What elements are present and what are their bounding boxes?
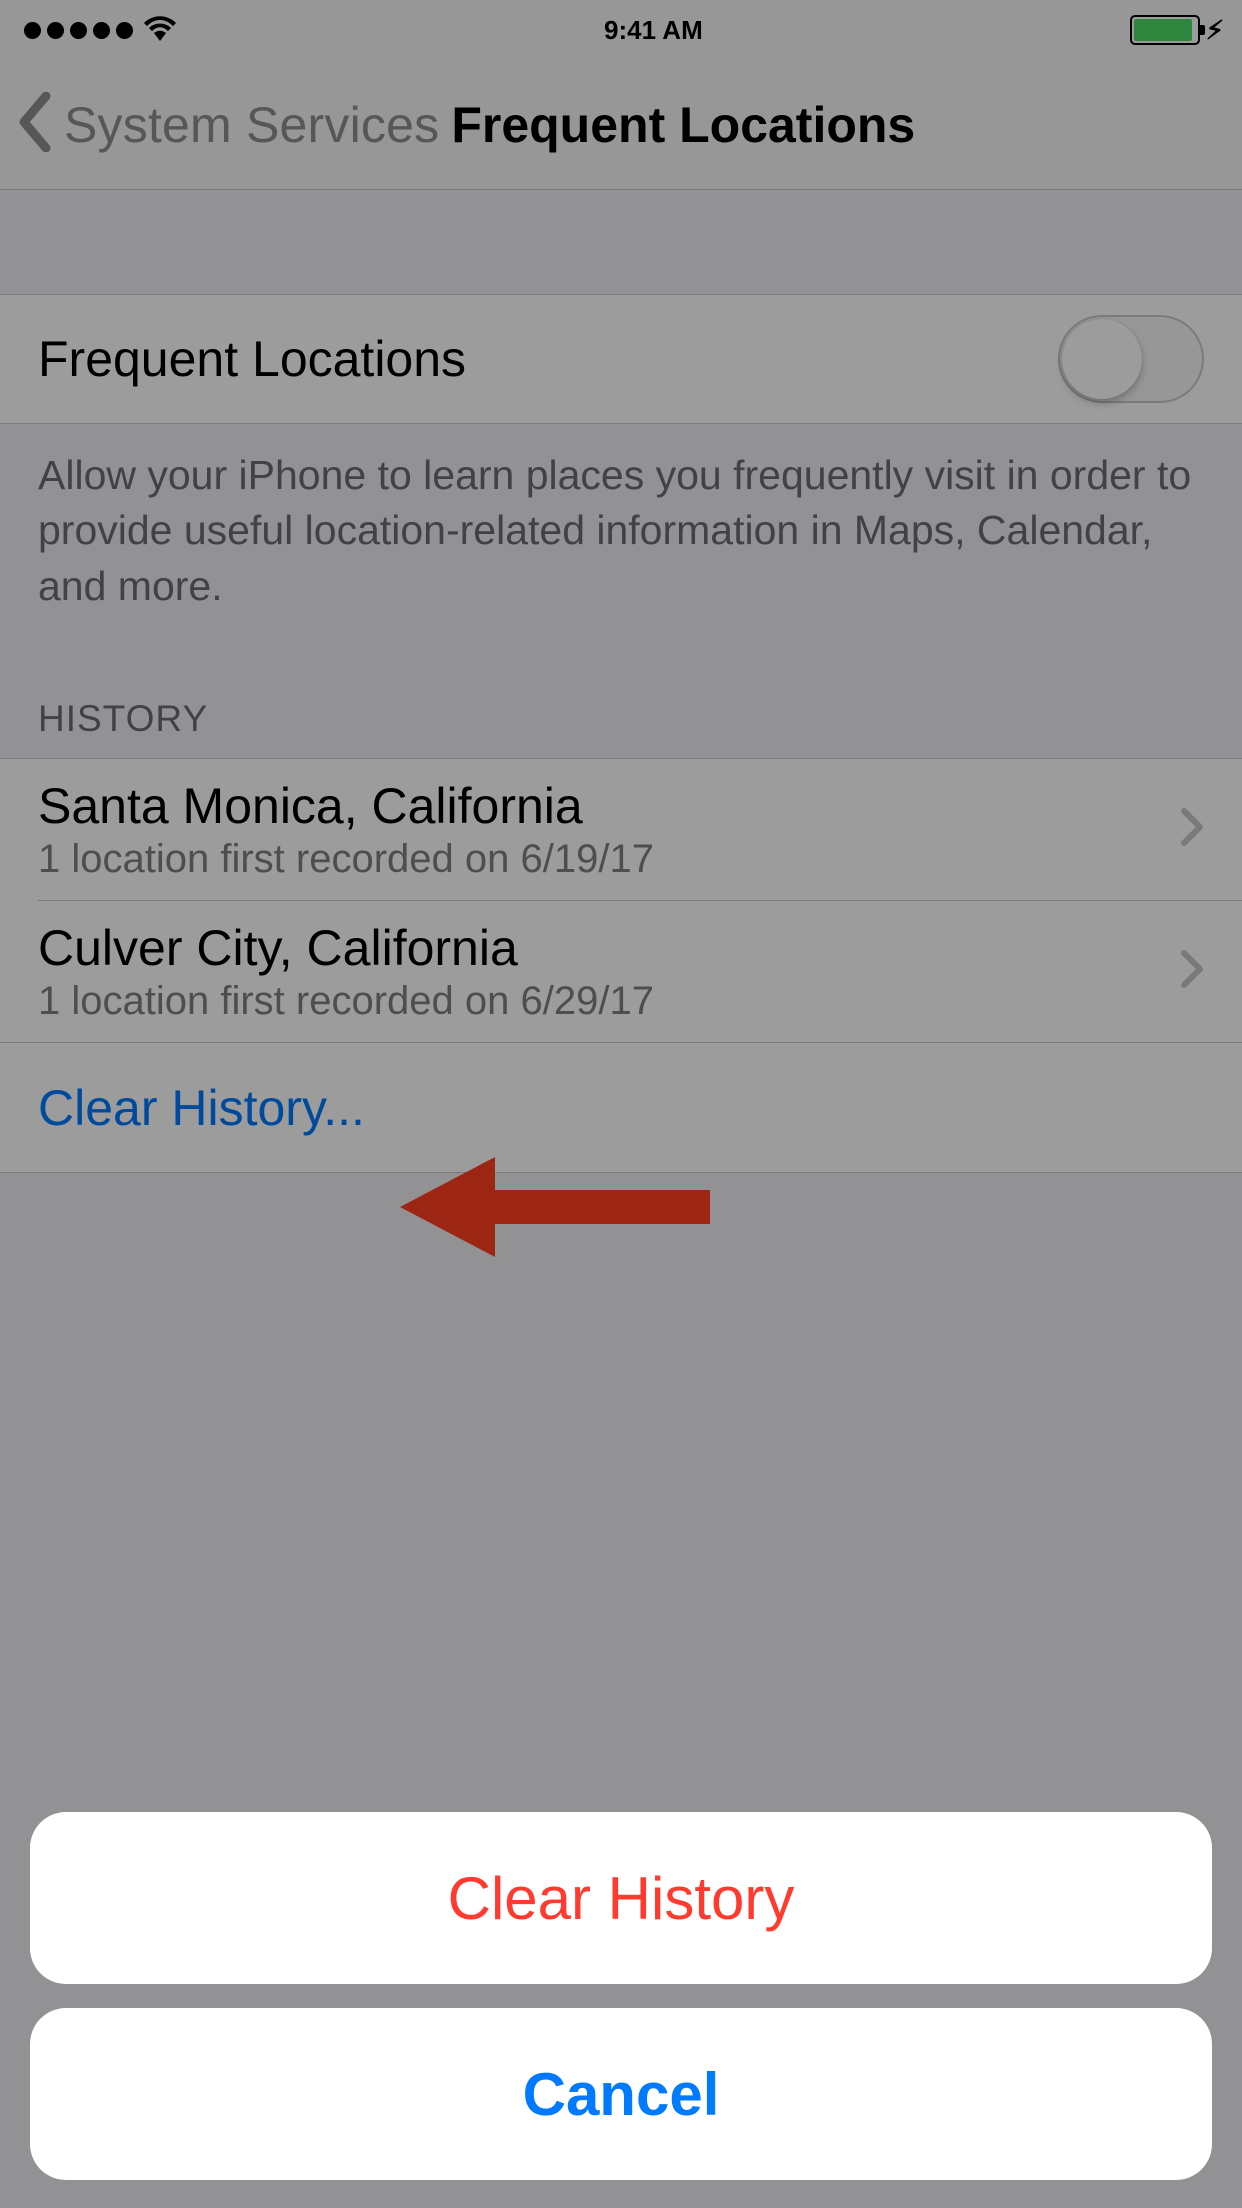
clear-history-button[interactable]: Clear History — [30, 1812, 1212, 1984]
cancel-button[interactable]: Cancel — [30, 2008, 1212, 2180]
action-sheet: Clear History Cancel — [30, 1812, 1212, 2180]
screen: 9:41 AM ⚡︎ System Services Frequent Loca… — [0, 0, 1242, 2208]
